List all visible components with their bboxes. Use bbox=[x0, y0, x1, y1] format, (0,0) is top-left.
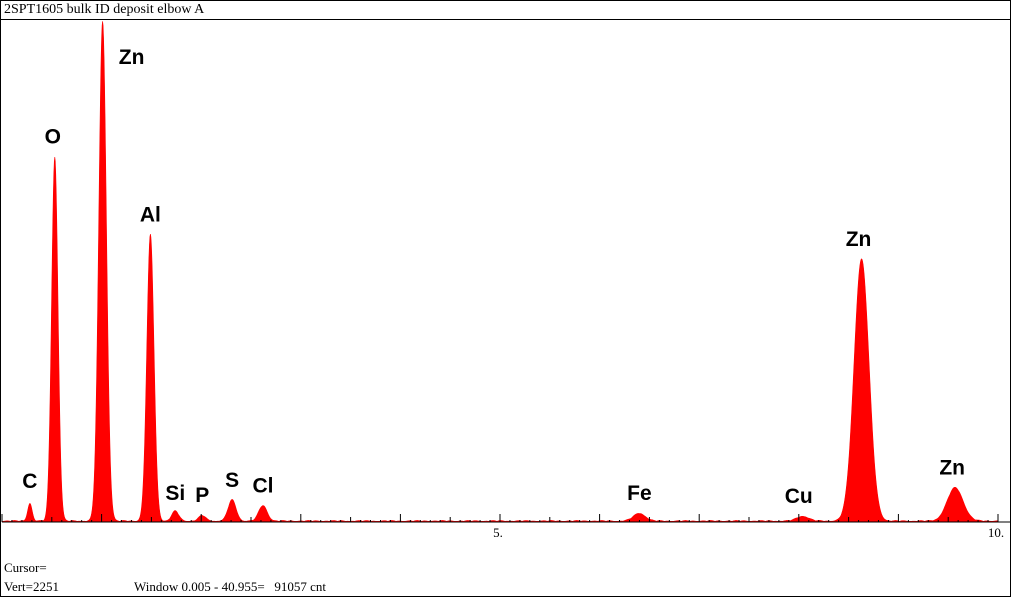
peak-label: Cl bbox=[252, 474, 273, 497]
peak-label: S bbox=[225, 469, 239, 492]
peak-label: Si bbox=[165, 482, 185, 505]
peak-label: Al bbox=[140, 203, 161, 226]
peak-label: P bbox=[195, 484, 209, 507]
spectrum-title: 2SPT1605 bulk ID deposit elbow A bbox=[1, 1, 1010, 20]
window-counts-readout: Window 0.005 - 40.955= 91057 cnt bbox=[134, 579, 327, 594]
spectrum-area bbox=[1, 21, 999, 523]
peak-label: O bbox=[45, 126, 61, 149]
peak-label: Fe bbox=[627, 482, 652, 505]
vertical-scale-readout: Vert=2251 bbox=[4, 579, 59, 594]
peak-label: C bbox=[22, 470, 37, 493]
peak-label: Cu bbox=[785, 485, 813, 508]
cursor-readout: Cursor= bbox=[4, 560, 47, 575]
peak-label: Zn bbox=[119, 46, 145, 69]
x-tick-label: 10. bbox=[988, 525, 1004, 540]
peak-label: Zn bbox=[846, 228, 872, 251]
peak-label: Zn bbox=[939, 457, 965, 480]
spectrum-window: 2SPT1605 bulk ID deposit elbow A 5. 10. C… bbox=[0, 0, 1011, 597]
plot-area bbox=[1, 21, 999, 523]
peak-labels: C O Zn Al Si PS Cl Fe Cu Zn Zn bbox=[22, 46, 965, 508]
x-tick-label: 5. bbox=[493, 525, 503, 540]
spectrum-chart[interactable]: 5. 10. C O Zn Al Si PS Cl Fe Cu Zn Zn bbox=[1, 20, 1010, 560]
